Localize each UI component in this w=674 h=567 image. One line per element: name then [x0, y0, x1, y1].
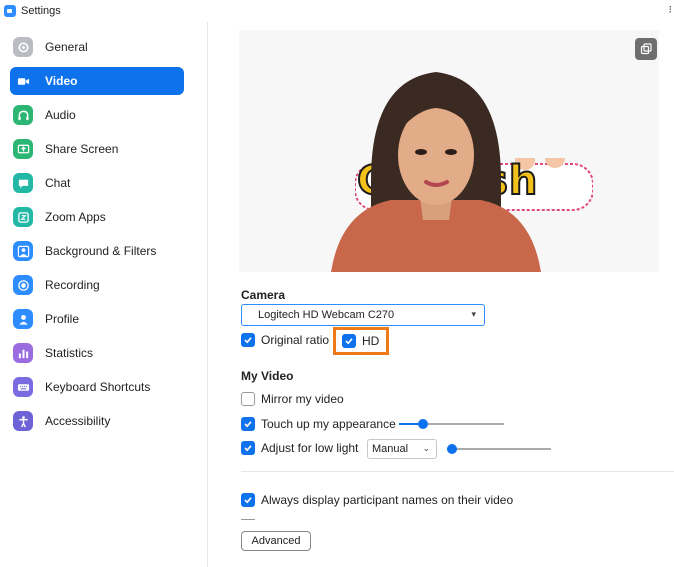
section-divider — [241, 471, 674, 472]
sidebar-item-label: Share Screen — [45, 142, 119, 156]
touch-up-checkbox[interactable]: Touch up my appearance — [241, 417, 396, 431]
checkbox-unchecked-icon — [241, 392, 255, 406]
sidebar-item-profile[interactable]: Profile — [10, 305, 184, 333]
window-title: Settings — [21, 5, 61, 17]
sidebar-item-share-screen[interactable]: Share Screen — [10, 135, 184, 163]
picture-in-picture-button[interactable] — [635, 38, 657, 60]
video-preview: Gr... ish — [239, 30, 659, 272]
touch-up-label: Touch up my appearance — [261, 417, 396, 431]
sidebar-item-label: Audio — [45, 108, 76, 122]
sidebar-item-label: Video — [45, 74, 78, 88]
webcam-person-image — [331, 72, 541, 272]
sidebar-item-audio[interactable]: Audio — [10, 101, 184, 129]
low-light-checkbox[interactable]: Adjust for low light — [241, 441, 358, 455]
title-bar: Settings ⁝ — [0, 0, 674, 22]
sidebar-item-label: Statistics — [45, 346, 94, 360]
sidebar-item-video[interactable]: Video — [10, 67, 184, 95]
always-display-names-label: Always display participant names on thei… — [261, 493, 514, 507]
gear-icon — [13, 37, 33, 57]
my-video-section-title: My Video — [241, 369, 294, 383]
headphones-icon — [13, 105, 33, 125]
sidebar-item-label: Zoom Apps — [45, 210, 106, 224]
low-light-label: Adjust for low light — [261, 441, 359, 455]
hd-highlight-box: HD — [333, 327, 389, 355]
camera-section-title: Camera — [241, 288, 286, 302]
sidebar-item-label: Profile — [45, 312, 80, 326]
touch-up-slider[interactable] — [399, 418, 504, 430]
mirror-video-checkbox[interactable]: Mirror my video — [241, 392, 344, 406]
slider-thumb[interactable] — [447, 444, 457, 454]
video-settings-panel: Gr... ish Camera Logitech HD Webcam C270… — [209, 22, 674, 567]
hd-checkbox[interactable]: HD — [342, 334, 379, 348]
camera-select-value: Logitech HD Webcam C270 — [258, 309, 395, 321]
sidebar-item-keyboard-shortcuts[interactable]: Keyboard Shortcuts — [10, 373, 184, 401]
sidebar-item-zoom-apps[interactable]: Zoom Apps — [10, 203, 184, 231]
chat-icon — [13, 173, 33, 193]
chevron-down-icon: ▾ — [471, 309, 476, 319]
sidebar-item-label: Keyboard Shortcuts — [45, 380, 151, 394]
checkbox-checked-icon — [241, 333, 255, 347]
record-icon — [13, 275, 33, 295]
chevron-down-icon: ⌄ — [422, 443, 430, 453]
sidebar-item-statistics[interactable]: Statistics — [10, 339, 184, 367]
sidebar-item-label: General — [45, 40, 88, 54]
sidebar-item-label: Background & Filters — [45, 244, 157, 258]
original-ratio-label: Original ratio — [261, 333, 330, 347]
always-display-names-checkbox[interactable]: Always display participant names on thei… — [241, 493, 513, 507]
partially-visible-checkbox[interactable] — [241, 519, 255, 521]
low-light-slider[interactable] — [447, 443, 551, 455]
picture-in-picture-icon — [640, 43, 652, 55]
settings-sidebar: General Video Audio Share Screen Chat Zoom Ap… — [0, 22, 208, 567]
advanced-button[interactable]: Advanced — [241, 531, 311, 551]
sidebar-item-recording[interactable]: Recording — [10, 271, 184, 299]
zoom-apps-icon — [13, 207, 33, 227]
camera-select[interactable]: Logitech HD Webcam C270 ▾ — [241, 304, 485, 326]
accessibility-icon — [13, 411, 33, 431]
bar-chart-icon — [13, 343, 33, 363]
hd-label: HD — [362, 334, 380, 348]
zoom-app-icon — [4, 5, 16, 17]
checkbox-checked-icon — [241, 493, 255, 507]
low-light-mode-select[interactable]: Manual ⌄ — [367, 439, 437, 459]
checkbox-checked-icon — [342, 334, 356, 348]
close-icon[interactable]: ⁝ — [669, 3, 673, 16]
sidebar-item-label: Chat — [45, 176, 71, 190]
keyboard-icon — [13, 377, 33, 397]
sidebar-item-accessibility[interactable]: Accessibility — [10, 407, 184, 435]
slider-thumb[interactable] — [418, 419, 428, 429]
mirror-video-label: Mirror my video — [261, 392, 344, 406]
sidebar-item-general[interactable]: General — [10, 33, 184, 61]
person-background-icon — [13, 241, 33, 261]
low-light-mode-value: Manual — [372, 443, 409, 455]
sidebar-item-background-and-filters[interactable]: Background & Filters — [10, 237, 184, 265]
checkbox-checked-icon — [241, 417, 255, 431]
profile-icon — [13, 309, 33, 329]
share-screen-icon — [13, 139, 33, 159]
sidebar-item-label: Accessibility — [45, 414, 111, 428]
sidebar-item-label: Recording — [45, 278, 100, 292]
video-camera-icon — [13, 71, 33, 91]
sidebar-item-chat[interactable]: Chat — [10, 169, 184, 197]
slider-track — [447, 448, 551, 450]
checkbox-checked-icon — [241, 441, 255, 455]
original-ratio-checkbox[interactable]: Original ratio — [241, 333, 329, 347]
